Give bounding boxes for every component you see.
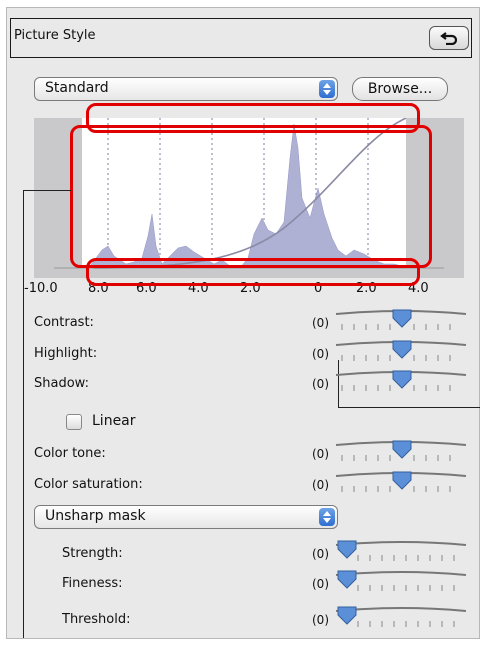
- threshold-slider[interactable]: [335, 605, 467, 631]
- color-saturation-slider[interactable]: [335, 470, 467, 496]
- tick-label: -10.0: [24, 281, 58, 296]
- color-saturation-label: Color saturation:: [34, 477, 143, 492]
- picture-style-value: Standard: [45, 80, 109, 96]
- contrast-label: Contrast:: [34, 315, 94, 330]
- threshold-label: Threshold:: [62, 612, 131, 627]
- panel-title: Picture Style: [14, 28, 96, 43]
- color-tone-value: (0): [312, 447, 329, 461]
- select-arrows-icon: [319, 508, 335, 526]
- strength-value: (0): [312, 547, 329, 561]
- undo-arrow-icon: [440, 32, 458, 45]
- reset-button[interactable]: [429, 26, 469, 50]
- sharpness-type-select[interactable]: Unsharp mask: [34, 505, 338, 529]
- fineness-slider[interactable]: [335, 569, 467, 595]
- fineness-label: Fineness:: [62, 576, 123, 591]
- color-tone-label: Color tone:: [34, 446, 106, 461]
- highlight-slider[interactable]: [335, 339, 467, 365]
- highlight-histogram-area: [70, 125, 432, 268]
- browse-button[interactable]: Browse...: [352, 77, 448, 101]
- color-tone-slider[interactable]: [335, 439, 467, 465]
- highlight-bottom-band: [86, 258, 420, 286]
- highlight-label: Highlight:: [34, 346, 98, 361]
- highlight-value: (0): [312, 347, 329, 361]
- select-arrows-icon: [319, 80, 335, 98]
- picture-style-select[interactable]: Standard: [34, 77, 338, 101]
- linear-checkbox[interactable]: [66, 414, 82, 430]
- callout-line-right-bottom: [338, 407, 480, 408]
- shadow-slider[interactable]: [335, 369, 467, 395]
- threshold-value: (0): [312, 613, 329, 627]
- color-saturation-value: (0): [312, 478, 329, 492]
- strength-label: Strength:: [62, 546, 123, 561]
- callout-line-left: [23, 190, 24, 638]
- fineness-value: (0): [312, 577, 329, 591]
- linear-label: Linear: [92, 413, 136, 429]
- strength-slider[interactable]: [335, 539, 467, 565]
- sharpness-type-value: Unsharp mask: [45, 508, 146, 524]
- contrast-slider[interactable]: [335, 308, 467, 334]
- shadow-value: (0): [312, 377, 329, 391]
- shadow-label: Shadow:: [34, 376, 89, 391]
- callout-line-left-top: [23, 190, 71, 191]
- contrast-value: (0): [312, 316, 329, 330]
